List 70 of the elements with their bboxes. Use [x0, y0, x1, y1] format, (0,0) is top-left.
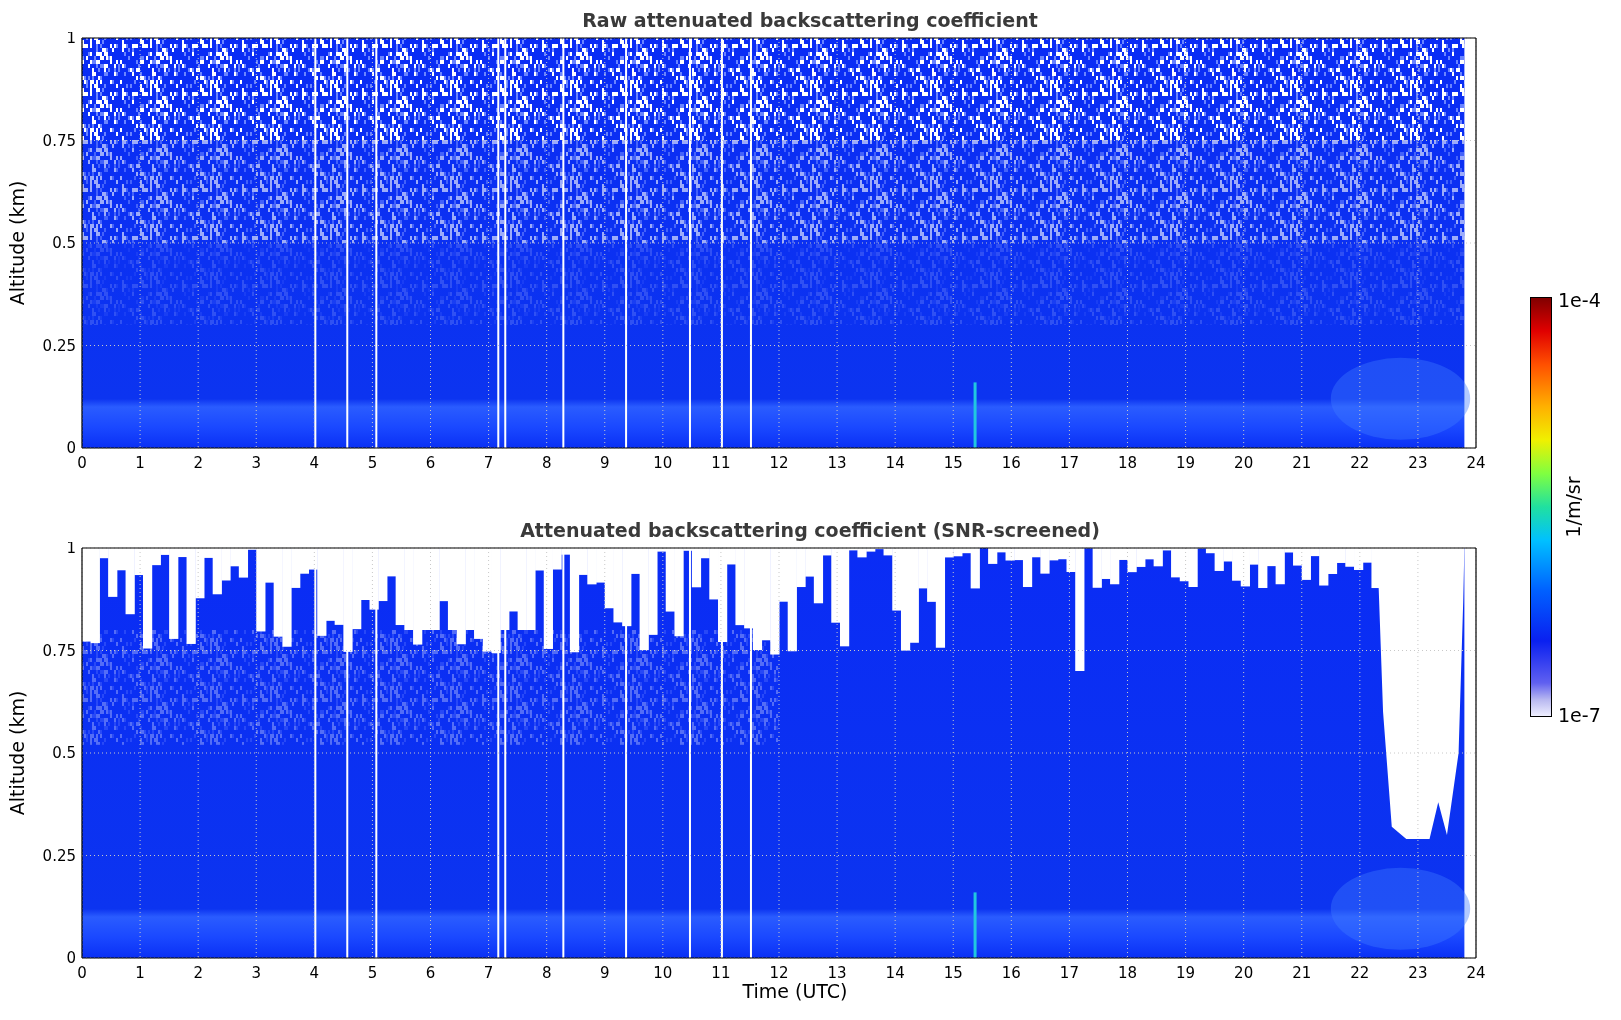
colorbar-label: 1/m/sr	[1562, 476, 1584, 538]
signal-spike	[973, 892, 977, 958]
tick-label: 19	[1176, 454, 1196, 472]
tick-label: 23	[1408, 964, 1428, 982]
tick-label: 2	[193, 454, 203, 472]
tick-label: 22	[1350, 964, 1370, 982]
tick-label: 13	[827, 454, 847, 472]
chart-title: Attenuated backscattering coefficient (SNR-screened)	[520, 518, 1100, 542]
tick-label: 1	[66, 542, 76, 557]
tick-label: 1e-4	[1558, 291, 1601, 310]
signal-spike	[973, 382, 977, 448]
tick-label: 0.25	[42, 846, 76, 865]
tick-label: 15	[943, 454, 963, 472]
tick-label: 16	[1001, 964, 1021, 982]
tick-label: 9	[600, 964, 610, 982]
tick-label: 1e-7	[1558, 706, 1601, 725]
tick-label: 0	[66, 949, 76, 967]
tick-label: 21	[1292, 964, 1312, 982]
tick-label: 18	[1117, 454, 1138, 472]
tick-label: 0.25	[42, 336, 76, 355]
tick-label: 12	[769, 964, 789, 982]
tick-label: 0	[66, 439, 76, 457]
tick-label: 6	[425, 454, 436, 472]
tick-label: 1	[135, 454, 145, 472]
tick-label: 17	[1059, 454, 1079, 472]
tick-label: 21	[1292, 454, 1312, 472]
tick-label: 0.75	[42, 131, 76, 150]
tick-label: 10	[653, 454, 673, 472]
tick-label: 0.5	[52, 744, 76, 762]
tick-label: 24	[1466, 454, 1486, 472]
tick-label: 11	[711, 454, 731, 472]
tick-label: 2	[193, 964, 203, 982]
tick-label: 24	[1466, 964, 1486, 982]
tick-label: 5	[367, 454, 378, 472]
tick-label: 0	[77, 964, 87, 982]
tick-label: 10	[653, 964, 673, 982]
tick-label: 20	[1234, 964, 1254, 982]
tick-label: 17	[1059, 964, 1079, 982]
tick-label: 1	[135, 964, 145, 982]
tick-label: 22	[1350, 454, 1370, 472]
tick-label: 18	[1117, 964, 1138, 982]
tick-label: 8	[541, 964, 552, 982]
tick-label: 8	[541, 454, 552, 472]
tick-label: 6	[425, 964, 436, 982]
tick-label: 0.5	[52, 234, 76, 252]
axis-label: Altitude (km)	[6, 180, 28, 306]
axis-label: Altitude (km)	[6, 690, 28, 816]
tick-label: 1	[66, 32, 76, 47]
tick-label: 11	[711, 964, 731, 982]
tick-label: 20	[1234, 454, 1254, 472]
tick-label: 19	[1176, 964, 1196, 982]
tick-label: 23	[1408, 454, 1428, 472]
tick-label: 12	[769, 454, 789, 472]
tick-label: 5	[367, 964, 378, 982]
tick-label: 7	[483, 454, 494, 472]
tick-label: 4	[309, 964, 320, 982]
tick-label: 0.75	[42, 641, 76, 660]
tick-label: 16	[1001, 454, 1021, 472]
chart-title: Raw attenuated backscattering coefficient	[582, 8, 1038, 32]
tick-label: 4	[309, 454, 320, 472]
tick-label: 3	[251, 964, 261, 982]
tick-label: 13	[827, 964, 847, 982]
tick-label: 9	[600, 454, 610, 472]
tick-label: 3	[251, 454, 261, 472]
tick-label: 0	[77, 454, 87, 472]
tick-label: 7	[483, 964, 494, 982]
tick-label: 15	[943, 964, 963, 982]
tick-label: 14	[885, 454, 905, 472]
tick-label: 14	[885, 964, 905, 982]
axis-label: Time (UTC)	[742, 980, 848, 1002]
